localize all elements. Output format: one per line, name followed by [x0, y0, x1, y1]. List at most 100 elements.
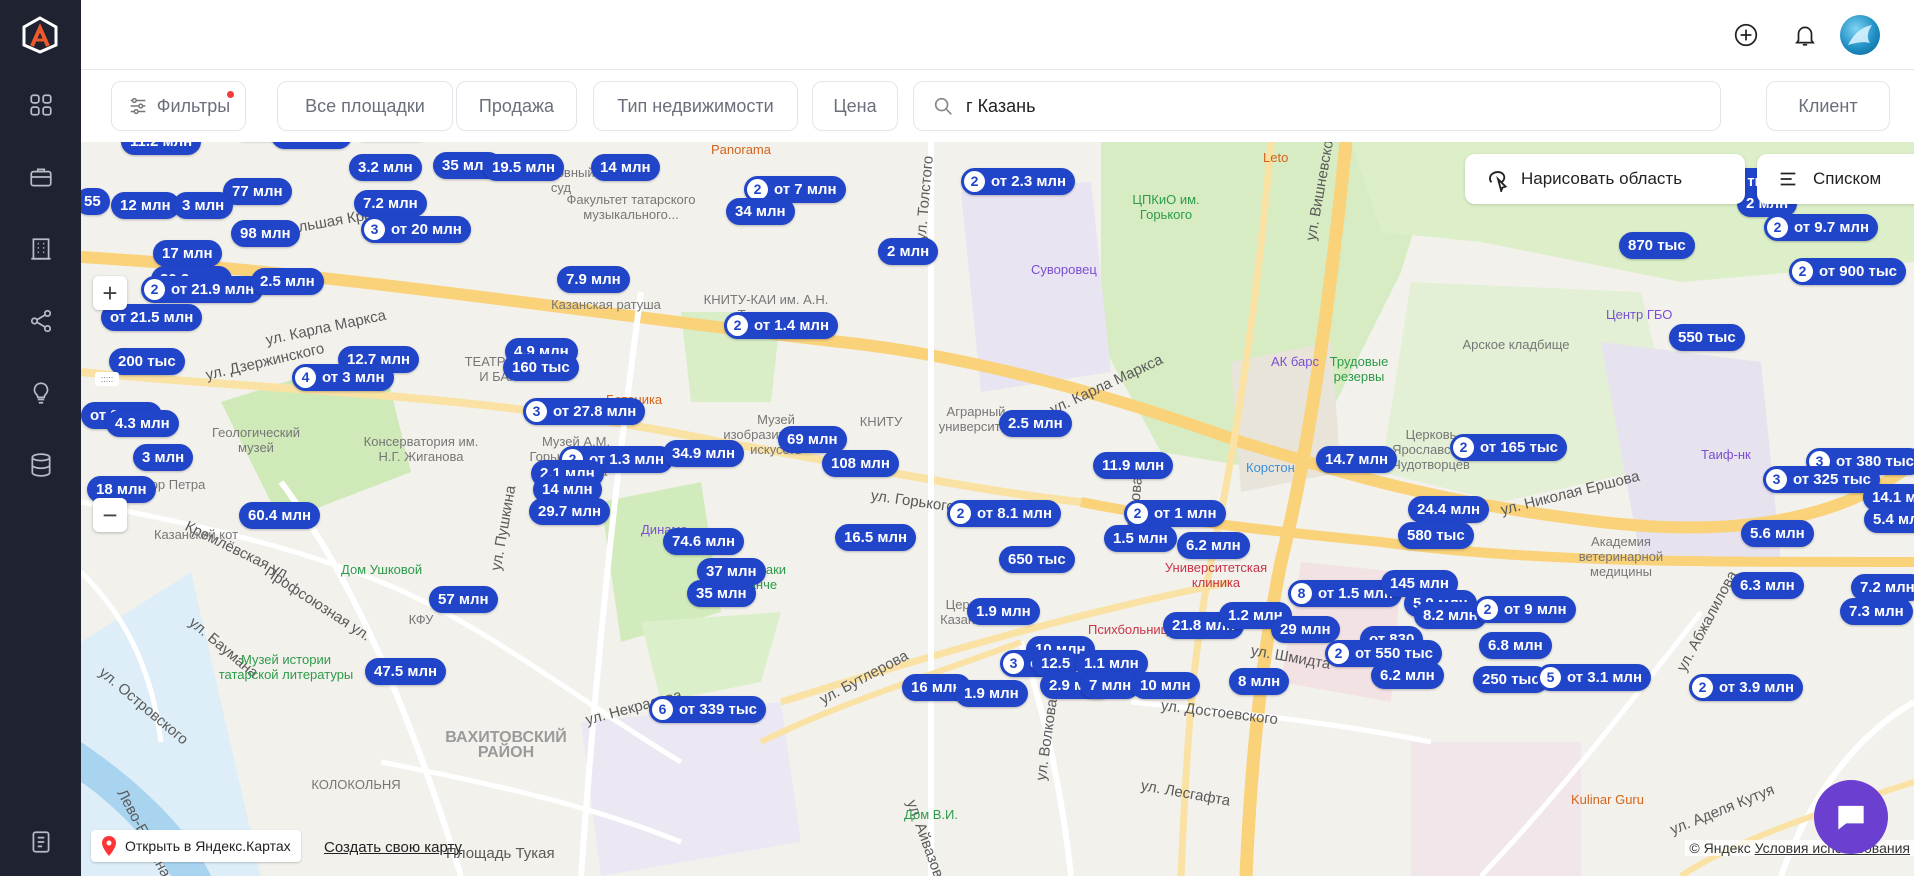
price-pin[interactable]: 55	[81, 188, 110, 215]
address-search[interactable]	[913, 81, 1721, 131]
price-pin[interactable]: 35 млн	[687, 580, 756, 607]
zoom-slider-handle[interactable]: :::::	[95, 372, 119, 386]
price-pin[interactable]: 29.7 млн	[529, 498, 611, 525]
price-pin[interactable]: 77 млн	[223, 178, 292, 205]
price-pin[interactable]: 16.5 млн	[835, 524, 917, 551]
price-pin[interactable]: 2 от 1.4 млн	[724, 312, 839, 339]
database-icon[interactable]	[26, 450, 56, 480]
price-pin[interactable]: 2 млн	[878, 238, 939, 265]
price-pin[interactable]: 47.5 млн	[365, 658, 447, 685]
price-pin[interactable]: 8 млн	[1229, 668, 1290, 695]
price-dropdown[interactable]: Цена	[812, 81, 898, 131]
price-pin[interactable]: 870 тыс	[1619, 232, 1695, 259]
price-pin[interactable]: 1.9 млн	[955, 680, 1028, 707]
price-pin[interactable]: 160 тыс	[503, 354, 579, 381]
price-pin[interactable]: 200 тыс	[109, 348, 185, 375]
price-pin[interactable]: 6 от 339 тыс	[649, 696, 766, 723]
price-pin[interactable]: 3 от 27.8 млн	[523, 398, 646, 425]
price-pin[interactable]: 2 от 9 млн	[1474, 596, 1576, 623]
price-pin[interactable]: 17 млн	[153, 240, 222, 267]
zoom-out-button[interactable]: −	[93, 498, 127, 532]
zoom-in-button[interactable]: +	[93, 276, 127, 310]
property-type-dropdown[interactable]: Тип недвижимости	[593, 81, 798, 131]
map-area[interactable]: ул. Карла Маркса ул. Дзержинского Больша…	[81, 142, 1914, 876]
price-pin[interactable]: 98 млн	[231, 220, 300, 247]
building-icon[interactable]	[26, 234, 56, 264]
bell-icon[interactable]	[1788, 18, 1822, 52]
price-pin[interactable]: 2.5 млн	[999, 410, 1072, 437]
app-logo-icon[interactable]	[21, 16, 59, 54]
price-pin[interactable]: 11.9 млн	[1093, 452, 1174, 479]
price-pin[interactable]: 6.3 млн	[1731, 572, 1804, 599]
price-pin[interactable]: 3.2 млн	[349, 154, 422, 181]
price-pin[interactable]: 4.3 млн	[106, 410, 179, 437]
price-pin[interactable]: 1.9 млн	[967, 598, 1040, 625]
list-view-button[interactable]: Списком	[1757, 154, 1914, 204]
price-pin[interactable]: 5 от 3.1 млн	[1537, 664, 1652, 691]
price-pin[interactable]: 1.5 млн	[1104, 525, 1177, 552]
document-icon[interactable]	[26, 827, 56, 857]
price-pin[interactable]: 4 от 3 млн	[292, 364, 394, 391]
price-pin[interactable]: 10.8 млн	[271, 142, 353, 149]
avatar[interactable]	[1840, 15, 1880, 55]
price-pin[interactable]: 3 млн	[133, 444, 194, 471]
draw-area-button[interactable]: Нарисовать область	[1465, 154, 1745, 204]
price-pin[interactable]: 6.2 млн	[1371, 662, 1444, 689]
price-pin[interactable]: 29 млн	[1271, 616, 1340, 643]
deal-type-dropdown[interactable]: Продажа	[456, 81, 577, 131]
price-pin[interactable]: 34.9 млн	[663, 440, 745, 467]
price-pin[interactable]: 2 от 900 тыс	[1789, 258, 1906, 285]
price-pin[interactable]: 60.4 млн	[239, 502, 321, 529]
create-map-link[interactable]: Создать свою карту	[324, 839, 462, 856]
price-pin[interactable]: 2 от 2.3 млн	[961, 168, 1076, 195]
price-pin[interactable]: 3 от 325 тыс	[1763, 466, 1880, 493]
price-pin[interactable]: 550 тыс	[1669, 324, 1745, 351]
filters-button[interactable]: Фильтры	[111, 81, 246, 131]
add-circle-icon[interactable]	[1729, 18, 1763, 52]
zoom-in-icon: +	[102, 277, 118, 308]
price-pin[interactable]: 108 млн	[822, 450, 899, 477]
price-pin[interactable]: 5.4 мл	[1864, 506, 1914, 533]
price-pin[interactable]: 2 от 1 млн	[1124, 500, 1226, 527]
price-pin[interactable]: 34 млн	[726, 198, 795, 225]
price-pin[interactable]: 650 тыс	[999, 546, 1075, 573]
address-search-input[interactable]	[966, 95, 1666, 117]
price-pin[interactable]: 3 от 20 млн	[361, 216, 471, 243]
price-pin[interactable]: 7.3 млн	[1840, 598, 1913, 625]
chat-button[interactable]	[1814, 780, 1888, 854]
place-label: Казанский кот	[153, 527, 239, 542]
price-pin[interactable]: 6.8 млн	[1479, 632, 1552, 659]
price-pin[interactable]: 3 млн	[173, 192, 234, 219]
pin-price: 8.2 млн	[1423, 607, 1478, 624]
price-pin[interactable]: 5.6 млн	[1741, 520, 1814, 547]
price-pin[interactable]: 24.4 млн	[1408, 496, 1490, 523]
share-icon[interactable]	[26, 306, 56, 336]
price-pin[interactable]: 7.9 млн	[557, 266, 630, 293]
open-yandex-maps-button[interactable]: Открыть в Яндекс.Картах	[91, 830, 301, 862]
price-pin[interactable]: 6.2 млн	[1177, 532, 1250, 559]
lightbulb-icon[interactable]	[26, 378, 56, 408]
price-pin[interactable]: 2 от 8.1 млн	[947, 500, 1062, 527]
platforms-dropdown[interactable]: Все площадки	[277, 81, 453, 131]
grid-icon[interactable]	[26, 90, 56, 120]
price-pin[interactable]: 57 млн	[429, 586, 498, 613]
price-pin[interactable]: 11.2 млн	[121, 142, 202, 155]
price-pin[interactable]: 19.5 млн	[483, 154, 565, 181]
price-pin[interactable]: 74.6 млн	[663, 528, 745, 555]
price-pin[interactable]: 2 от 21.9 млн	[141, 276, 264, 303]
pin-price: 16 млн	[911, 679, 962, 696]
price-pin[interactable]: 10 млн	[1131, 672, 1200, 699]
briefcase-icon[interactable]	[26, 162, 56, 192]
price-pin[interactable]: 580 тыс	[1398, 522, 1474, 549]
price-pin[interactable]: 2 от 9.7 млн	[1764, 214, 1879, 241]
price-pin[interactable]: 7.2 млн	[1851, 574, 1914, 601]
price-pin[interactable]: 69 млн	[778, 426, 847, 453]
price-pin[interactable]: 2 от 165 тыс	[1450, 434, 1567, 461]
price-pin[interactable]: 12 млн	[111, 192, 180, 219]
price-pin[interactable]: 2 от 3.9 млн	[1689, 674, 1804, 701]
price-pin[interactable]: 14.7 млн	[1316, 446, 1398, 473]
price-pin[interactable]: 7.2 млн	[354, 190, 427, 217]
client-button[interactable]: Клиент	[1766, 81, 1890, 131]
price-pin[interactable]: 2.5 млн	[251, 268, 324, 295]
price-pin[interactable]: 14 млн	[591, 154, 660, 181]
